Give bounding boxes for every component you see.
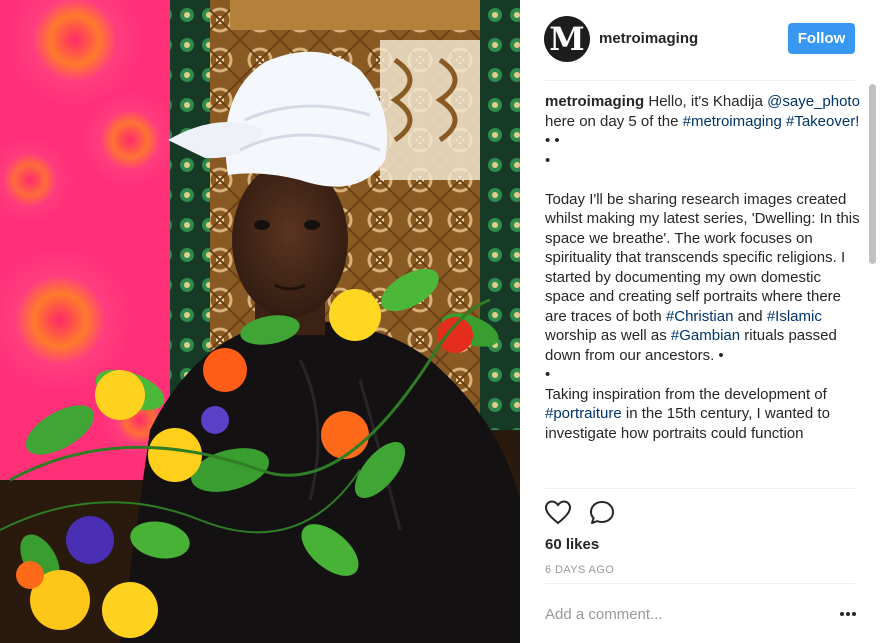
divider: [545, 80, 855, 81]
add-comment-input[interactable]: [545, 600, 825, 628]
post-timestamp[interactable]: 6 DAYS AGO: [545, 564, 614, 576]
avatar[interactable]: M: [544, 16, 590, 62]
caption-scroll-area[interactable]: metroimaging Hello, it's Khadija @saye_p…: [545, 92, 860, 488]
scrollbar-thumb[interactable]: [869, 84, 876, 264]
header-username[interactable]: metroimaging: [599, 30, 698, 47]
post-header: M metroimaging Follow: [520, 0, 880, 80]
caption-text: Taking inspiration from the development …: [545, 385, 827, 403]
hashtag-link[interactable]: #Gambian: [671, 327, 740, 344]
bullet-separator: •: [545, 366, 551, 383]
caption-text: and: [737, 307, 763, 325]
caption-text: here on day 5 of the: [545, 112, 679, 130]
hashtag-link[interactable]: #Islamic: [767, 308, 822, 325]
caption-text: Today I'll be sharing research images cr…: [545, 190, 860, 325]
post-photo[interactable]: [0, 0, 520, 643]
hashtag-link[interactable]: #portraiture: [545, 405, 622, 422]
caption-username[interactable]: metroimaging: [545, 93, 644, 110]
caption-scrollbar[interactable]: [869, 84, 876, 488]
hashtag-link[interactable]: #metroimaging: [683, 113, 782, 130]
likes-count[interactable]: 60 likes: [545, 536, 599, 553]
caption-text: Hello, it's Khadija: [648, 93, 763, 110]
heart-icon[interactable]: [544, 499, 572, 527]
caption-text: worship as well as: [545, 327, 667, 344]
ellipsis-icon[interactable]: [838, 606, 858, 622]
avatar-letter: M: [549, 20, 585, 58]
divider: [545, 488, 855, 489]
hashtag-link[interactable]: #Takeover!: [786, 113, 859, 130]
comment-icon[interactable]: [588, 499, 616, 527]
caption: metroimaging Hello, it's Khadija @saye_p…: [545, 92, 860, 443]
mention-link[interactable]: @saye_photo: [767, 93, 860, 110]
photo-illustration: [0, 0, 520, 643]
bullet-separator: • •: [545, 132, 560, 149]
hashtag-link[interactable]: #Christian: [666, 308, 734, 325]
bullet-separator: •: [545, 151, 551, 169]
post-sidebar: M metroimaging Follow metroimaging Hello…: [520, 0, 880, 643]
follow-button[interactable]: Follow: [788, 23, 855, 54]
divider: [545, 583, 855, 584]
